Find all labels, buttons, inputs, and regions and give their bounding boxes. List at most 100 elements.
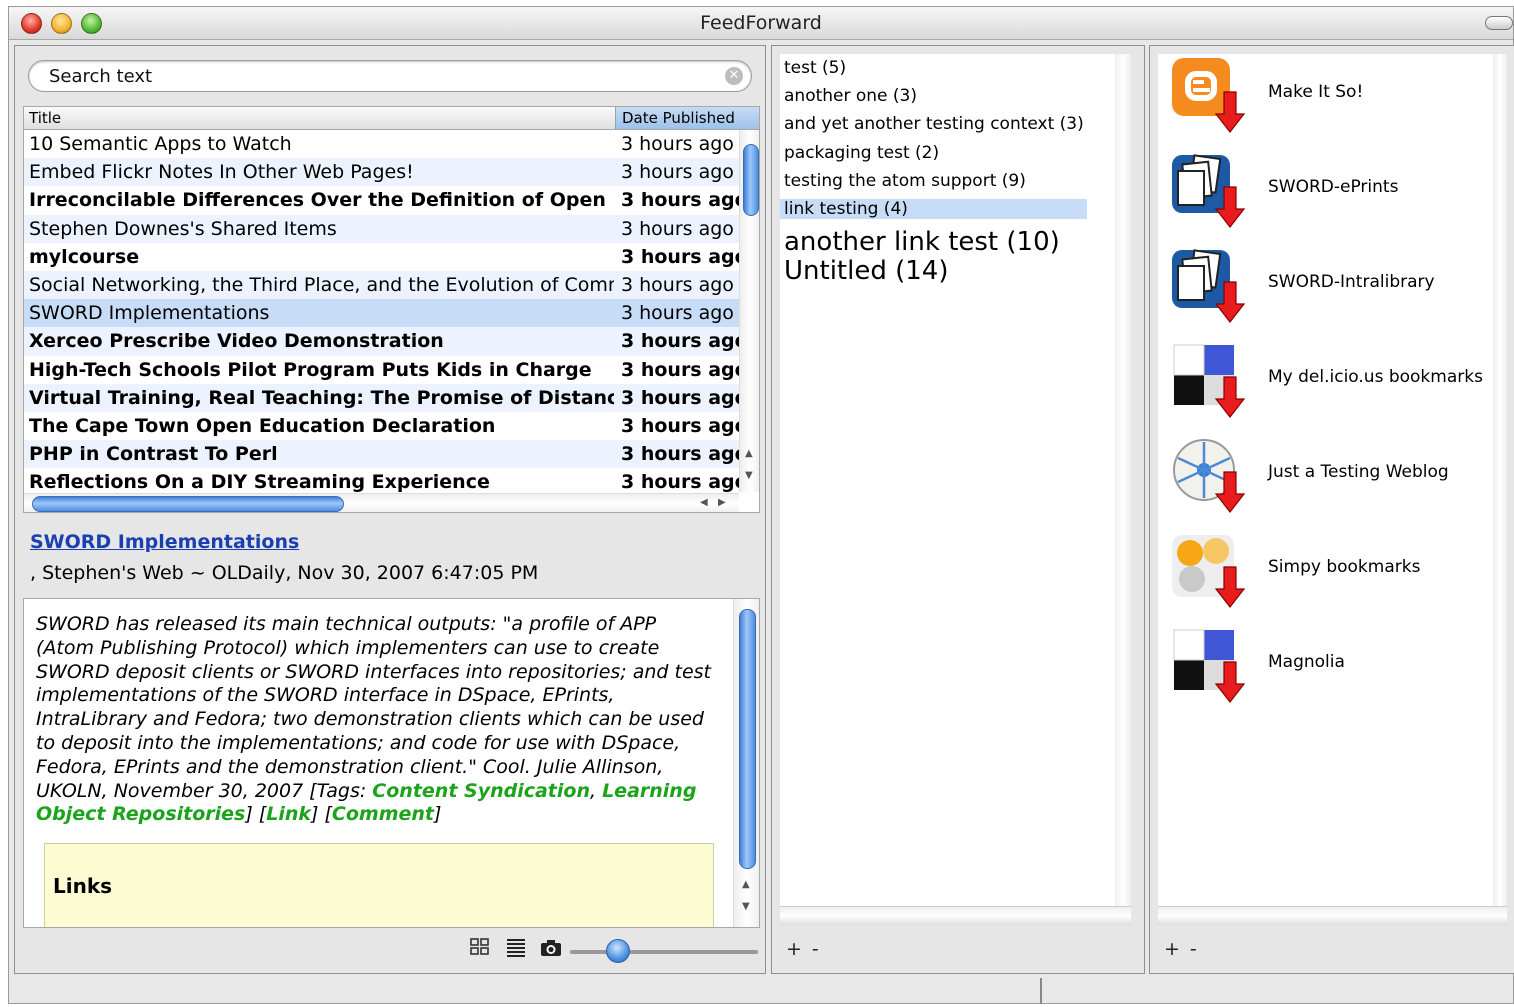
scroll-up-arrow-icon[interactable]: ▲ xyxy=(745,448,753,459)
context-item[interactable]: packaging test (2) xyxy=(784,143,939,163)
context-item[interactable]: another link test (10) xyxy=(784,227,1060,257)
tag-link[interactable]: Content Syndication xyxy=(372,780,590,802)
context-item[interactable]: test (5) xyxy=(784,58,846,78)
title-bar[interactable]: FeedForward xyxy=(9,7,1513,40)
description-scrollbar[interactable]: ▲ ▼ xyxy=(733,599,759,927)
context-item[interactable]: testing the atom support (9) xyxy=(784,171,1026,191)
comment-link[interactable]: Comment xyxy=(332,803,434,825)
window-title: FeedForward xyxy=(700,12,822,34)
table-body: 10 Semantic Apps to Watch 3 hours ago Embe… xyxy=(24,130,739,492)
context-item[interactable]: link testing (4) xyxy=(780,199,1087,219)
row-date: 3 hours ago xyxy=(621,358,739,381)
table-row[interactable]: 10 Semantic Apps to Watch 3 hours ago xyxy=(24,130,739,158)
row-title: PHP in Contrast To Perl xyxy=(29,443,278,466)
row-date: 3 hours ago xyxy=(621,133,734,155)
search-input[interactable] xyxy=(47,64,711,88)
row-title: 10 Semantic Apps to Watch xyxy=(29,133,292,155)
scroll-down-arrow-icon[interactable]: ▼ xyxy=(745,470,753,481)
destinations-scrollbar[interactable] xyxy=(1493,54,1507,906)
scroll-thumb[interactable] xyxy=(32,496,344,512)
table-row[interactable]: Irreconcilable Differences Over the Defi… xyxy=(24,186,739,214)
column-header-date[interactable]: Date Published xyxy=(615,107,759,129)
destinations-panel: Make It So! SWORD-ePrints SWORD-Intralibra… xyxy=(1149,45,1514,974)
row-title: High-Tech Schools Pilot Program Puts Kid… xyxy=(29,358,592,381)
context-item[interactable]: Untitled (14) xyxy=(784,256,948,286)
row-date: 3 hours ago xyxy=(621,443,739,466)
context-item[interactable]: and yet another testing context (3) xyxy=(784,114,1084,134)
item-meta: , Stephen's Web ~ OLDaily, Nov 30, 2007 … xyxy=(30,562,539,584)
destination-label: Just a Testing Weblog xyxy=(1268,462,1449,482)
separator-text: , xyxy=(589,779,603,802)
table-row[interactable]: Stephen Downes's Shared Items 3 hours ago xyxy=(24,214,739,243)
scroll-thumb[interactable] xyxy=(743,144,759,216)
table-vertical-scrollbar[interactable]: ▲ ▼ xyxy=(739,130,759,492)
destination-item[interactable]: Make It So! xyxy=(1166,54,1496,149)
simpy-icon xyxy=(1166,529,1246,609)
items-table: Title Date Published 10 Semantic Apps to… xyxy=(23,106,760,513)
zoom-slider-knob[interactable] xyxy=(606,939,630,963)
resize-grip[interactable] xyxy=(1040,978,1042,1004)
contexts-scrollbar[interactable] xyxy=(1115,54,1131,906)
table-row[interactable]: The Cape Town Open Education Declaration… xyxy=(24,412,739,440)
add-destination-button[interactable]: + xyxy=(1164,938,1190,960)
destination-item[interactable]: SWORD-Intralibrary xyxy=(1166,244,1496,339)
row-title: Social Networking, the Third Place, and … xyxy=(29,273,614,296)
table-row[interactable]: Reflections On a DIY Streaming Experienc… xyxy=(24,468,739,492)
table-row[interactable]: PHP in Contrast To Perl 3 hours ago xyxy=(24,440,739,469)
list-view-icon[interactable] xyxy=(505,936,529,960)
destination-item[interactable]: My del.icio.us bookmarks xyxy=(1166,339,1496,434)
row-date: 3 hours ago xyxy=(621,161,734,184)
destination-item[interactable]: Magnolia xyxy=(1166,624,1496,719)
remove-destination-button[interactable]: - xyxy=(1190,938,1207,960)
scroll-up-arrow-icon[interactable]: ▲ xyxy=(742,879,750,890)
row-title: Embed Flickr Notes In Other Web Pages! xyxy=(29,161,414,184)
scroll-thumb[interactable] xyxy=(739,609,756,869)
destinations-horizontal-scrollbar[interactable] xyxy=(1158,906,1507,925)
magnolia-icon xyxy=(1166,624,1246,704)
weblog-wheel-icon xyxy=(1166,434,1246,514)
row-date: 3 hours ago xyxy=(621,273,734,296)
scroll-right-arrow-icon[interactable]: ▶ xyxy=(718,497,726,508)
scroll-down-arrow-icon[interactable]: ▼ xyxy=(742,901,750,912)
contexts-horizontal-scrollbar[interactable] xyxy=(780,906,1131,925)
row-date: 3 hours ago xyxy=(621,330,739,353)
row-title: Reflections On a DIY Streaming Experienc… xyxy=(29,471,490,492)
table-row[interactable]: Xerceo Prescribe Video Demonstration 3 ho… xyxy=(24,327,739,356)
scroll-left-arrow-icon[interactable]: ◀ xyxy=(700,497,708,508)
table-row[interactable]: mylcourse 3 hours ago xyxy=(24,243,739,271)
separator-text: ] xyxy=(434,803,442,826)
row-title: Virtual Training, Real Teaching: The Pro… xyxy=(29,386,614,409)
table-horizontal-scrollbar[interactable]: ◀ ▶ xyxy=(24,493,739,512)
table-row[interactable]: SWORD Implementations 3 hours ago xyxy=(24,299,739,328)
row-date: 3 hours ago xyxy=(621,217,734,240)
description-body: SWORD has released its main technical ou… xyxy=(36,613,711,802)
camera-icon[interactable] xyxy=(539,937,563,961)
row-date: 3 hours ago xyxy=(621,386,739,409)
column-header-title[interactable]: Title xyxy=(29,109,61,127)
row-date: 3 hours ago xyxy=(621,245,739,268)
destination-label: Magnolia xyxy=(1268,652,1345,672)
toolbar-toggle-button[interactable] xyxy=(1485,16,1513,30)
context-item[interactable]: another one (3) xyxy=(784,86,917,106)
zoom-slider-track[interactable] xyxy=(570,950,758,954)
remove-context-button[interactable]: - xyxy=(812,938,829,960)
clear-search-icon[interactable]: ✕ xyxy=(725,67,743,85)
contexts-panel: test (5) another one (3) and yet another t… xyxy=(771,45,1145,974)
table-row[interactable]: High-Tech Schools Pilot Program Puts Kid… xyxy=(24,356,739,384)
destination-item[interactable]: Just a Testing Weblog xyxy=(1166,434,1496,529)
row-date: 3 hours ago xyxy=(621,414,739,437)
destination-item[interactable]: Simpy bookmarks xyxy=(1166,529,1496,624)
app-window: FeedForward ✕ Title Date Published 10 Se… xyxy=(8,6,1514,1004)
search-field[interactable]: ✕ xyxy=(28,60,752,92)
table-row[interactable]: Embed Flickr Notes In Other Web Pages! 3 … xyxy=(24,158,739,187)
destination-item[interactable]: SWORD-ePrints xyxy=(1166,149,1496,244)
item-title-link[interactable]: SWORD Implementations xyxy=(30,531,299,553)
table-row[interactable]: Social Networking, the Third Place, and … xyxy=(24,270,739,300)
destination-label: SWORD-ePrints xyxy=(1268,177,1399,197)
link-link[interactable]: Link xyxy=(266,803,311,825)
table-row[interactable]: Virtual Training, Real Teaching: The Pro… xyxy=(24,383,739,412)
row-date: 3 hours ago xyxy=(621,189,739,212)
grid-view-icon[interactable] xyxy=(469,936,493,960)
add-context-button[interactable]: + xyxy=(786,938,812,960)
delicious-icon xyxy=(1166,339,1246,419)
